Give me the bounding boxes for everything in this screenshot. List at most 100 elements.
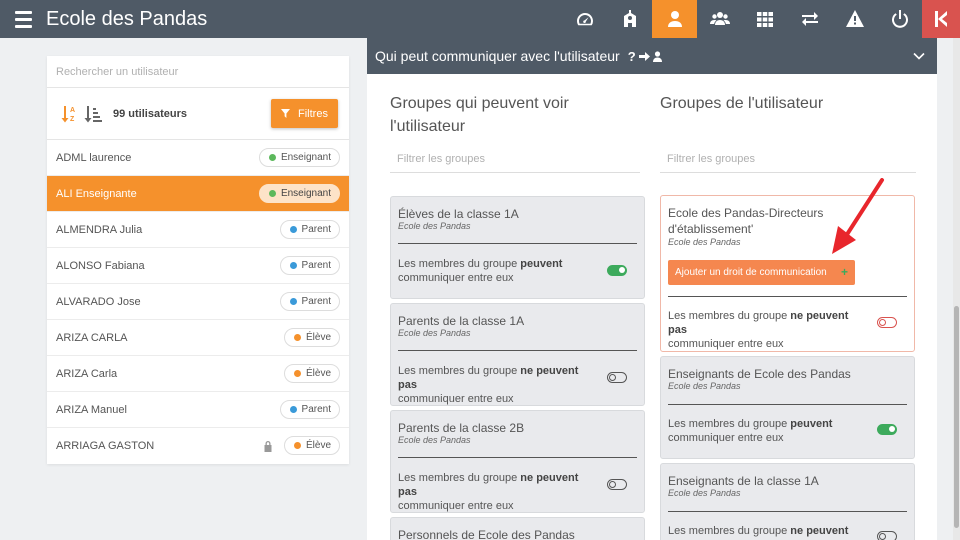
role-label: Parent [301,260,331,271]
divider [398,350,637,351]
user-groups-title: Groupes de l'utilisateur [660,95,824,112]
group-card: Personnels de Ecole des Pandas [390,517,645,540]
app-title: Ecole des Pandas [46,7,208,30]
communication-panel-header[interactable]: Qui peut communiquer avec l'utilisateur … [367,38,937,74]
user-groups-filter-input[interactable] [667,152,916,165]
nav-classes[interactable] [742,0,787,38]
group-card: Enseignants de la classe 1A Ecole des Pa… [660,463,915,540]
grid-icon [756,12,773,27]
divider [398,243,637,244]
power-icon [891,10,908,28]
group-school: Ecole des Pandas [668,381,741,391]
plus-icon: + [840,265,848,279]
divider [668,511,907,512]
user-row[interactable]: ARIZA CARLA Élève [47,320,349,356]
main-nav [562,0,960,38]
panel-title: Qui peut communiquer avec l'utilisateur [375,48,620,64]
nav-school[interactable] [607,0,652,38]
user-row[interactable]: ARIZA Manuel Parent [47,392,349,428]
list-tools: A Z 99 utilisateurs Filtres [47,88,349,140]
warning-icon [845,10,864,27]
top-bar: Ecole des Pandas [0,0,960,38]
group-school: Ecole des Pandas [398,221,471,231]
chevron-down-icon[interactable] [913,50,925,62]
group-title: Élèves de la classe 1A [398,207,519,221]
menu-button[interactable] [0,0,46,38]
group-school: Ecole des Pandas [668,488,741,498]
communication-panel: Groupes qui peuvent voir l'utilisateur É… [367,74,937,540]
add-communication-right-button[interactable]: Ajouter un droit de communication + [668,260,855,285]
user-icon [667,11,682,27]
sort-amount-icon[interactable] [84,104,102,124]
role-dot [293,370,301,377]
role-dot [293,334,301,341]
user-search [47,56,349,88]
nav-groups[interactable] [697,0,742,38]
user-search-input[interactable] [56,65,349,78]
role-label: Parent [301,296,331,307]
role-badge: Parent [279,256,340,275]
user-name: ARIZA Carla [56,367,118,380]
visible-groups-filter-input[interactable] [397,152,640,165]
visible-groups-filter [390,145,640,173]
scrollbar-thumb[interactable] [954,306,959,528]
group-card: Parents de la classe 2B Ecole des Pandas… [390,410,645,513]
role-label: Enseignant [280,188,331,199]
users-group-icon [709,12,730,25]
user-groups-filter [660,145,916,173]
group-school: Ecole des Pandas [398,435,471,445]
communication-toggle[interactable] [877,531,897,540]
user-row-selected[interactable]: ALI Enseignante Enseignant [47,176,349,212]
user-row[interactable]: ALONSO Fabiana Parent [47,248,349,284]
filter-icon [281,109,291,118]
user-name: ALI Enseignante [56,187,137,200]
role-dot [289,262,297,269]
communication-toggle[interactable] [607,265,627,276]
group-card: Parents de la classe 1A Ecole des Pandas… [390,303,645,406]
group-communication-text: Les membres du groupe ne peuvent pas comm… [668,310,849,350]
user-name: ALMENDRA Julia [56,223,143,236]
communication-toggle[interactable] [877,424,897,435]
group-communication-text: Les membres du groupe ne peuvent pas [668,525,849,540]
user-name: ALONSO Fabiana [56,259,145,272]
sort-alpha-icon[interactable]: A Z [61,104,79,124]
role-badge: Parent [279,220,340,239]
exchange-icon [801,12,818,26]
communication-toggle[interactable] [607,479,627,490]
nav-communication[interactable] [787,0,832,38]
nav-close[interactable] [922,0,960,38]
role-badge: Parent [279,400,340,419]
role-badge: Enseignant [258,148,340,167]
divider [398,457,637,458]
filter-button[interactable]: Filtres [271,99,338,128]
annotation-arrow-icon [832,178,884,254]
user-row[interactable]: ADML laurence Enseignant [47,140,349,176]
arrow-right-icon [638,51,650,61]
group-title: Personnels de Ecole des Pandas [398,528,575,540]
communication-toggle[interactable] [607,372,627,383]
user-row[interactable]: ALMENDRA Julia Parent [47,212,349,248]
lock-icon [264,441,272,452]
group-title: Enseignants de la classe 1A [668,474,819,488]
nav-dashboard[interactable] [562,0,607,38]
group-title: Enseignants de Ecole des Pandas [668,367,851,381]
user-name: ARRIAGA GASTON [56,440,155,452]
user-list-panel: A Z 99 utilisateurs Filtres ADML laurenc… [47,56,349,464]
user-icon [652,50,662,62]
user-row[interactable]: ARRIAGA GASTON Élève [47,428,349,464]
svg-text:A: A [70,107,75,114]
school-icon [623,10,636,27]
nav-alerts[interactable] [832,0,877,38]
communication-toggle[interactable] [877,317,897,328]
nav-users[interactable] [652,0,697,38]
role-label: Parent [301,404,331,415]
user-count: 99 utilisateurs [113,107,187,120]
role-badge: Enseignant [258,184,340,203]
role-label: Élève [305,332,331,343]
header-icons: ? [628,49,663,64]
group-title: Parents de la classe 1A [398,314,525,328]
group-communication-text: Les membres du groupe ne peuvent pas comm… [398,472,579,512]
user-row[interactable]: ALVARADO Jose Parent [47,284,349,320]
user-row[interactable]: ARIZA Carla Élève [47,356,349,392]
nav-logout[interactable] [877,0,922,38]
